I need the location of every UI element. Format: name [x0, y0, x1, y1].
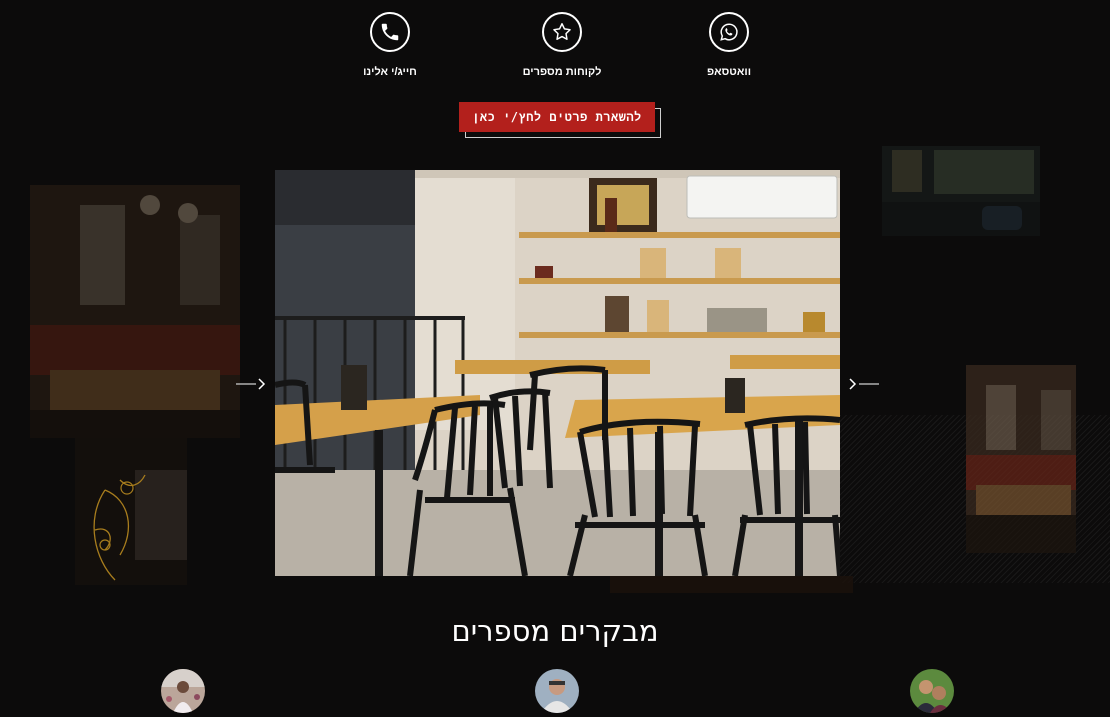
contact-reviews-label: לקוחות מספרים	[522, 66, 602, 78]
gallery-photo-left	[30, 185, 240, 438]
reviewer-avatar	[161, 669, 205, 713]
contact-phone-label: חייג/י אלינו	[363, 66, 417, 78]
gallery-photo-right	[966, 365, 1076, 553]
star-icon[interactable]	[542, 12, 582, 52]
leave-details-button[interactable]: להשארת פרטים לחץ/י כאן	[459, 102, 655, 132]
contact-phone[interactable]: חייג/י אלינו	[310, 12, 470, 78]
gallery-photo-top-right	[882, 146, 1040, 236]
gallery-prev-button[interactable]	[236, 375, 272, 393]
gallery-next-button[interactable]	[845, 375, 881, 393]
reviewer-avatar	[910, 669, 954, 713]
reviewer-avatar	[535, 669, 579, 713]
contact-reviews[interactable]: לקוחות מספרים	[482, 12, 642, 78]
reviews-heading: מבקרים מספרים	[451, 614, 659, 648]
cta-container: להשארת פרטים לחץ/י כאן	[459, 102, 663, 138]
gallery-main-photo	[275, 170, 840, 576]
chevron-right-icon	[849, 378, 879, 390]
contact-whatsapp-label: וואטסאפ	[706, 66, 752, 78]
gallery-photo-strip	[610, 576, 853, 593]
whatsapp-icon[interactable]	[709, 12, 749, 52]
chevron-left-icon	[236, 378, 266, 390]
phone-icon[interactable]	[370, 12, 410, 52]
gallery-photo-decorative	[75, 430, 187, 585]
contact-whatsapp[interactable]: וואטסאפ	[649, 12, 809, 78]
